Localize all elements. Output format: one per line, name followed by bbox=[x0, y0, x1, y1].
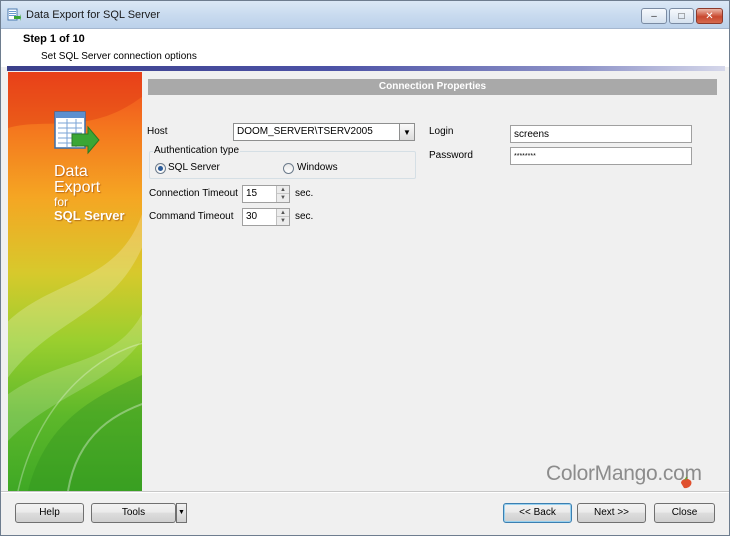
product-banner: Data Export for SQL Server bbox=[8, 72, 142, 491]
spin-up-icon[interactable]: ▲ bbox=[277, 186, 289, 194]
close-window-button[interactable]: ✕ bbox=[696, 8, 723, 24]
minimize-button[interactable]: – bbox=[641, 8, 667, 24]
connection-timeout-label: Connection Timeout bbox=[149, 188, 238, 199]
command-timeout-unit: sec. bbox=[295, 211, 314, 222]
product-name-line2: Export bbox=[54, 179, 101, 196]
command-timeout-label: Command Timeout bbox=[149, 211, 234, 222]
title-bar[interactable]: Data Export for SQL Server – □ ✕ bbox=[1, 1, 729, 29]
maximize-button[interactable]: □ bbox=[669, 8, 694, 24]
auth-windows-label[interactable]: Windows bbox=[297, 162, 338, 173]
close-icon: ✕ bbox=[705, 10, 714, 22]
window-title: Data Export for SQL Server bbox=[26, 9, 161, 21]
colormango-watermark: ColorMango.com bbox=[546, 462, 702, 489]
auth-windows-radio[interactable] bbox=[283, 163, 294, 174]
login-input[interactable]: screens bbox=[510, 125, 692, 143]
host-value: DOOM_SERVER\TSERV2005 bbox=[237, 126, 373, 137]
footer-separator bbox=[1, 491, 729, 493]
host-combobox[interactable]: DOOM_SERVER\TSERV2005 ▼ bbox=[233, 123, 415, 141]
step-indicator: Step 1 of 10 bbox=[23, 33, 85, 45]
back-button[interactable]: << Back bbox=[503, 503, 572, 523]
auth-sql-server-label[interactable]: SQL Server bbox=[168, 162, 220, 173]
tools-dropdown-icon[interactable]: ▼ bbox=[176, 503, 187, 523]
password-label: Password bbox=[429, 150, 473, 161]
command-timeout-spinner[interactable]: 30 ▲ ▼ bbox=[242, 208, 290, 226]
connection-timeout-value: 15 bbox=[246, 188, 258, 199]
chevron-down-icon[interactable]: ▼ bbox=[399, 124, 414, 140]
password-input[interactable]: ******** bbox=[510, 147, 692, 165]
step-description: Set SQL Server connection options bbox=[41, 51, 197, 62]
tools-button[interactable]: Tools bbox=[91, 503, 176, 523]
minimize-icon: – bbox=[651, 10, 657, 22]
login-label: Login bbox=[429, 126, 454, 137]
authentication-type-group: Authentication type SQL Server Windows bbox=[149, 145, 416, 179]
data-export-logo-icon bbox=[54, 111, 100, 155]
authentication-type-title: Authentication type bbox=[153, 145, 241, 156]
spin-down-icon[interactable]: ▼ bbox=[277, 194, 289, 202]
product-name-line4: SQL Server bbox=[54, 208, 125, 223]
spin-down-icon[interactable]: ▼ bbox=[277, 217, 289, 225]
auth-sql-server-radio[interactable] bbox=[155, 163, 166, 174]
maximize-icon: □ bbox=[678, 10, 685, 22]
app-icon bbox=[7, 8, 21, 21]
command-timeout-value: 30 bbox=[246, 211, 258, 222]
main-window: Data Export for SQL Server – □ ✕ Step 1 … bbox=[0, 0, 730, 536]
host-label: Host bbox=[147, 126, 168, 137]
help-button[interactable]: Help bbox=[15, 503, 84, 523]
header-stripe bbox=[7, 66, 725, 71]
product-name: Data Export for SQL Server bbox=[54, 164, 125, 223]
mango-icon bbox=[681, 476, 692, 489]
spin-up-icon[interactable]: ▲ bbox=[277, 209, 289, 217]
product-name-line1: Data bbox=[54, 163, 88, 180]
connection-timeout-unit: sec. bbox=[295, 188, 314, 199]
connection-timeout-spinner[interactable]: 15 ▲ ▼ bbox=[242, 185, 290, 203]
close-button[interactable]: Close bbox=[654, 503, 715, 523]
next-button[interactable]: Next >> bbox=[577, 503, 646, 523]
connection-properties-header: Connection Properties bbox=[148, 79, 717, 95]
wizard-header: Step 1 of 10 Set SQL Server connection o… bbox=[1, 29, 729, 67]
